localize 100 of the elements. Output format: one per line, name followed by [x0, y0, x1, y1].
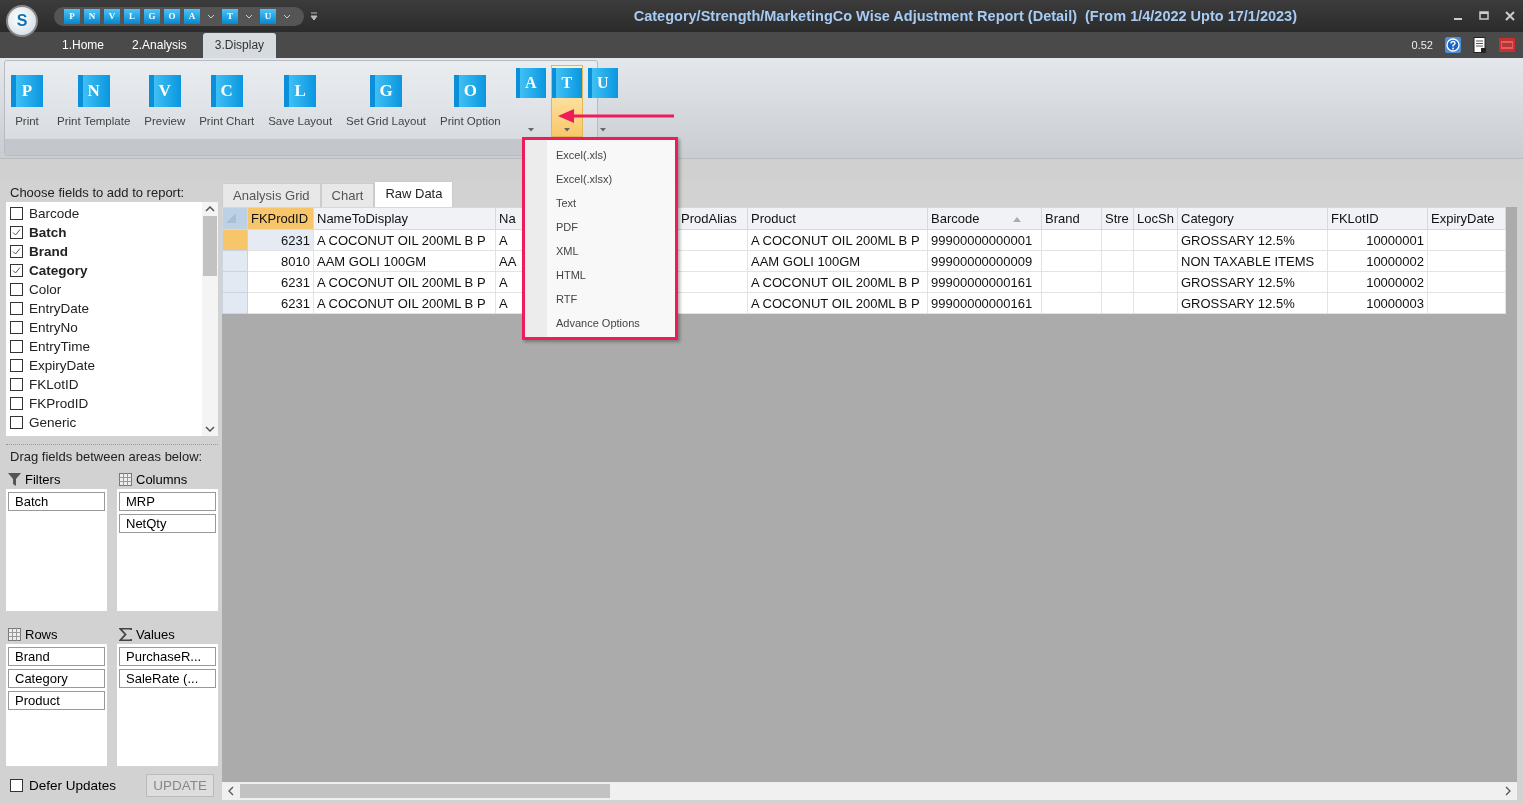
field-label[interactable]: FKLotID	[29, 377, 79, 392]
table-cell: A COCONUT OIL 200ML B P	[747, 271, 928, 293]
caret-icon[interactable]	[207, 13, 215, 19]
letter-tile: C	[210, 75, 243, 107]
field-label[interactable]: Batch	[29, 225, 67, 240]
column-header[interactable]: FKLotID	[1327, 207, 1428, 230]
view-tab[interactable]: Raw Data	[374, 181, 454, 207]
field-chip[interactable]: Product	[8, 691, 105, 710]
field-chip[interactable]: NetQty	[119, 514, 216, 533]
caret-icon[interactable]	[283, 13, 291, 19]
table-cell: A COCONUT OIL 200ML B P	[747, 229, 928, 251]
checkbox[interactable]	[10, 340, 23, 353]
field-label[interactable]: Barcode	[29, 206, 80, 221]
checkbox[interactable]	[10, 245, 23, 258]
app-logo[interactable]: S	[6, 5, 38, 37]
ribbon-button[interactable]: O Print Option	[440, 65, 501, 127]
checkbox-label[interactable]: Defer Updates	[29, 778, 117, 793]
area-title: Filters	[25, 472, 61, 487]
column-header[interactable]: Barcode	[927, 207, 1042, 230]
checkbox[interactable]	[10, 321, 23, 334]
field-chip[interactable]: Batch	[8, 492, 105, 511]
drop-area[interactable]: MRP NetQty	[117, 489, 218, 611]
column-header[interactable]: Category	[1177, 207, 1328, 230]
field-chip[interactable]: Category	[8, 669, 105, 688]
menu-item[interactable]: Excel(.xlsx)	[525, 167, 675, 191]
table-cell: AAM GOLI 100GM	[313, 250, 496, 272]
scroll-up-icon[interactable]	[205, 206, 215, 212]
checkbox[interactable]	[10, 226, 23, 239]
table-cell: 10000002	[1327, 271, 1428, 293]
ribbon-button[interactable]: L Save Layout	[268, 65, 333, 127]
drop-area[interactable]: Batch	[6, 489, 107, 611]
field-label[interactable]: EntryDate	[29, 301, 90, 316]
document-icon[interactable]	[1473, 37, 1487, 53]
checkbox[interactable]	[10, 397, 23, 410]
caret-icon[interactable]	[599, 128, 606, 132]
view-tab[interactable]: Chart	[320, 183, 375, 207]
caret-icon[interactable]	[527, 128, 534, 132]
checkbox[interactable]	[10, 359, 23, 372]
checkbox[interactable]	[10, 264, 23, 277]
ribbon-tab[interactable]: 3.Display	[202, 33, 277, 58]
ribbon-tab[interactable]: 1.Home	[50, 33, 117, 58]
field-chip[interactable]: SaleRate (...	[119, 669, 216, 688]
scrollbar[interactable]	[202, 202, 218, 436]
field-chip[interactable]: Brand	[8, 647, 105, 666]
table-cell: A COCONUT OIL 200ML B P	[747, 292, 928, 314]
scroll-thumb[interactable]	[240, 784, 610, 798]
column-header[interactable]: Product	[747, 207, 928, 230]
field-label[interactable]: Generic	[29, 415, 77, 430]
menu-item[interactable]: Excel(.xls)	[525, 143, 675, 167]
grid-icon	[119, 473, 132, 486]
column-header[interactable]: Brand	[1041, 207, 1102, 230]
view-tab[interactable]: Analysis Grid	[222, 183, 321, 207]
table-cell: 10000001	[1327, 229, 1428, 251]
ribbon-button[interactable]: P Print	[11, 65, 43, 127]
caret-icon[interactable]	[245, 13, 253, 19]
field-label[interactable]: ExpiryDate	[29, 358, 96, 373]
menu-item[interactable]: Text	[525, 191, 675, 215]
scroll-down-icon[interactable]	[205, 426, 215, 432]
checkbox[interactable]	[10, 378, 23, 391]
ribbon-button[interactable]: N Print Template	[57, 65, 131, 127]
menu-item[interactable]: Advance Options	[525, 311, 675, 335]
scroll-right-icon[interactable]	[1505, 786, 1511, 796]
ribbon-button[interactable]: G Set Grid Layout	[346, 65, 426, 127]
field-label[interactable]: EntryTime	[29, 339, 90, 354]
field-label[interactable]: EntryNo	[29, 320, 78, 335]
field-label[interactable]: Brand	[29, 244, 68, 259]
drop-area[interactable]: PurchaseR... SaleRate (...	[117, 644, 218, 766]
filter-icon	[8, 473, 21, 486]
field-chip[interactable]: PurchaseR...	[119, 647, 216, 666]
ribbon-button[interactable]: C Print Chart	[199, 65, 255, 127]
caret-icon[interactable]	[563, 128, 570, 132]
scroll-thumb[interactable]	[203, 216, 217, 276]
scrollbar[interactable]	[222, 782, 1517, 800]
close-icon[interactable]	[1505, 11, 1515, 21]
column-header[interactable]: ExpiryDate	[1427, 207, 1506, 230]
window-title: Category/Strength/MarketingCo Wise Adjustment Report (Detail) (From 1/4/2022 Upto 17/1/2023)	[632, 8, 1298, 24]
table-cell: AAM GOLI 100GM	[747, 250, 928, 272]
ribbon-tab[interactable]: 2.Analysis	[120, 33, 199, 58]
column-header[interactable]: NameToDisplay	[313, 207, 496, 230]
checkbox[interactable]	[10, 207, 23, 220]
checkbox[interactable]	[10, 283, 23, 296]
field-label[interactable]: FKProdID	[29, 396, 89, 411]
checkbox[interactable]	[10, 416, 23, 429]
customize-icon[interactable]	[310, 11, 318, 21]
ribbon-button[interactable]: V Preview	[144, 65, 186, 127]
column-header[interactable]: FKProdID	[247, 207, 314, 230]
checkbox[interactable]	[10, 302, 23, 315]
column-header[interactable]: LocSh	[1133, 207, 1178, 230]
field-label[interactable]: Category	[29, 263, 88, 278]
column-header[interactable]: Stre	[1101, 207, 1134, 230]
maximize-icon[interactable]	[1479, 11, 1489, 21]
table-cell: GROSSARY 12.5%	[1177, 271, 1328, 293]
field-chip[interactable]: MRP	[119, 492, 216, 511]
checkbox[interactable]	[10, 779, 23, 792]
scroll-left-icon[interactable]	[228, 786, 234, 796]
field-label[interactable]: Color	[29, 282, 62, 297]
field-list-title: Choose fields to add to report:	[9, 184, 186, 202]
help-icon[interactable]	[1445, 37, 1461, 53]
drop-area[interactable]: Brand Category Product	[6, 644, 107, 766]
column-header[interactable]: ProdAlias	[677, 207, 748, 230]
